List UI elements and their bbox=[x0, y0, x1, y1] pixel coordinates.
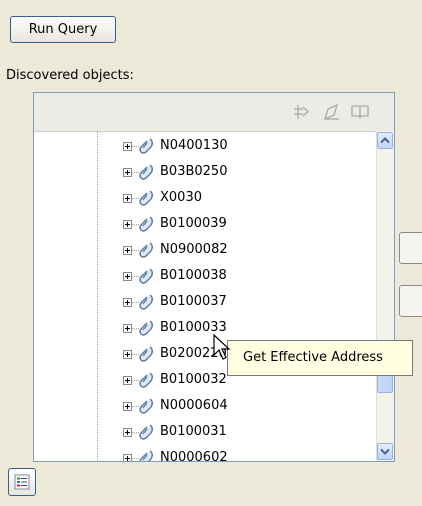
tree-item-label: N0000604 bbox=[160, 398, 228, 413]
expand-icon[interactable] bbox=[123, 350, 132, 359]
object-node-icon bbox=[139, 190, 153, 206]
object-node-icon bbox=[139, 424, 153, 440]
expand-icon[interactable] bbox=[123, 220, 132, 229]
tree-item-label: B0100038 bbox=[160, 268, 227, 283]
tree-item-label: B0100032 bbox=[160, 372, 227, 387]
tree-item-label: B0100037 bbox=[160, 294, 227, 309]
chevron-down-icon bbox=[380, 448, 390, 455]
tree-item[interactable]: N0000602 bbox=[34, 446, 354, 461]
expand-icon[interactable] bbox=[123, 324, 132, 333]
object-node-icon bbox=[139, 450, 153, 461]
tree-item[interactable]: B0100031 bbox=[34, 420, 354, 446]
tree-item-label: N0000602 bbox=[160, 450, 228, 461]
tree-item-label: X0030 bbox=[160, 190, 202, 205]
tree-item[interactable]: B03B0250 bbox=[34, 160, 354, 186]
object-node-icon bbox=[139, 216, 153, 232]
list-icon bbox=[14, 474, 30, 490]
tree-item[interactable]: B0100038 bbox=[34, 264, 354, 290]
panel-toolbar bbox=[34, 93, 394, 132]
expand-icon[interactable] bbox=[123, 272, 132, 281]
discovered-objects-panel: N0400130 B03B0250 X0030 B0100039 N090008… bbox=[33, 92, 395, 462]
expand-icon[interactable] bbox=[123, 428, 132, 437]
tree-item[interactable]: X0030 bbox=[34, 186, 354, 212]
expand-icon[interactable] bbox=[123, 194, 132, 203]
object-node-icon bbox=[139, 242, 153, 258]
tree-item-label: B0100031 bbox=[160, 424, 227, 439]
expand-icon[interactable] bbox=[123, 168, 132, 177]
expand-icon[interactable] bbox=[123, 298, 132, 307]
side-action-button[interactable] bbox=[399, 285, 422, 317]
tree-item[interactable]: N0000604 bbox=[34, 394, 354, 420]
tree-item-label: N0900082 bbox=[160, 242, 228, 257]
mouse-cursor-icon bbox=[213, 333, 231, 360]
tree-item[interactable]: N0900082 bbox=[34, 238, 354, 264]
expand-icon[interactable] bbox=[123, 454, 132, 461]
tree-item-label: B03B0250 bbox=[160, 164, 228, 179]
discovered-objects-label: Discovered objects: bbox=[6, 68, 134, 83]
tree-item[interactable]: B0100037 bbox=[34, 290, 354, 316]
expand-icon[interactable] bbox=[123, 376, 132, 385]
object-node-icon bbox=[139, 398, 153, 414]
expand-icon[interactable] bbox=[123, 246, 132, 255]
tree-item[interactable]: B0100039 bbox=[34, 212, 354, 238]
object-node-icon bbox=[139, 320, 153, 336]
tree-item[interactable]: B0100033 bbox=[34, 316, 354, 342]
run-query-button[interactable]: Run Query bbox=[10, 16, 116, 43]
chevron-up-icon bbox=[380, 137, 390, 144]
scroll-up-button[interactable] bbox=[377, 132, 393, 149]
open-book-icon[interactable] bbox=[350, 103, 370, 121]
move-arrows-icon[interactable] bbox=[292, 103, 312, 121]
object-node-icon bbox=[139, 372, 153, 388]
object-node-icon bbox=[139, 346, 153, 362]
tree-item-label: B0100039 bbox=[160, 216, 227, 231]
expand-icon[interactable] bbox=[123, 142, 132, 151]
tree-item-label: N0400130 bbox=[160, 138, 228, 153]
expand-icon[interactable] bbox=[123, 402, 132, 411]
edit-pencil-icon[interactable] bbox=[322, 103, 342, 121]
objects-tree[interactable]: N0400130 B03B0250 X0030 B0100039 N090008… bbox=[34, 131, 378, 461]
scroll-down-button[interactable] bbox=[377, 443, 393, 460]
vertical-scrollbar[interactable] bbox=[376, 131, 394, 461]
tooltip: Get Effective Address bbox=[227, 340, 413, 376]
object-node-icon bbox=[139, 164, 153, 180]
side-action-button[interactable] bbox=[399, 232, 422, 264]
object-node-icon bbox=[139, 268, 153, 284]
tree-item[interactable]: N0400130 bbox=[34, 134, 354, 160]
object-node-icon bbox=[139, 294, 153, 310]
object-node-icon bbox=[139, 138, 153, 154]
list-view-button[interactable] bbox=[8, 468, 36, 496]
